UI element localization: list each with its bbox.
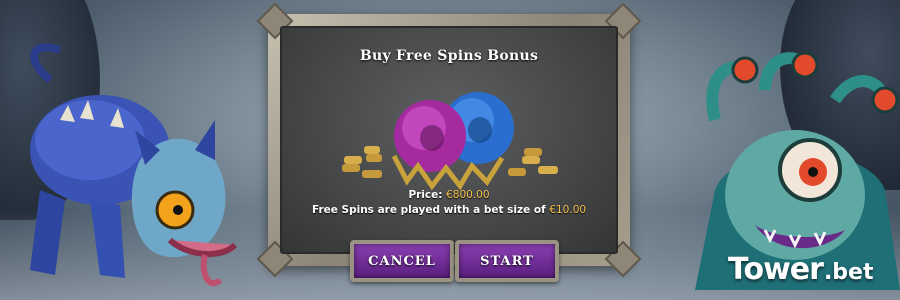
start-button[interactable]: START (455, 240, 559, 282)
price-line: Price: €800.00 (268, 189, 630, 201)
hound-monster-illustration (30, 43, 238, 287)
bet-size-text: Free Spins are played with a bet size of (311, 204, 546, 216)
buy-bonus-dialog: Buy Free Spins Bonus Price: €800.00 Free… (256, 2, 642, 282)
tower-bet-logo: Tower .bet (728, 252, 874, 292)
dialog-title: Buy Free Spins Bonus (359, 48, 539, 64)
logo-main-text: Tower (728, 252, 824, 287)
price-value: €800.00 (446, 189, 490, 201)
skull-orbs-icon (342, 92, 558, 191)
logo-suffix-text: .bet (823, 260, 874, 285)
cancel-button[interactable]: CANCEL (350, 240, 454, 282)
price-label: Price: (408, 189, 443, 201)
bet-size-line: Free Spins are played with a bet size of… (268, 204, 630, 216)
bet-size-value: €10.00 (549, 204, 587, 216)
